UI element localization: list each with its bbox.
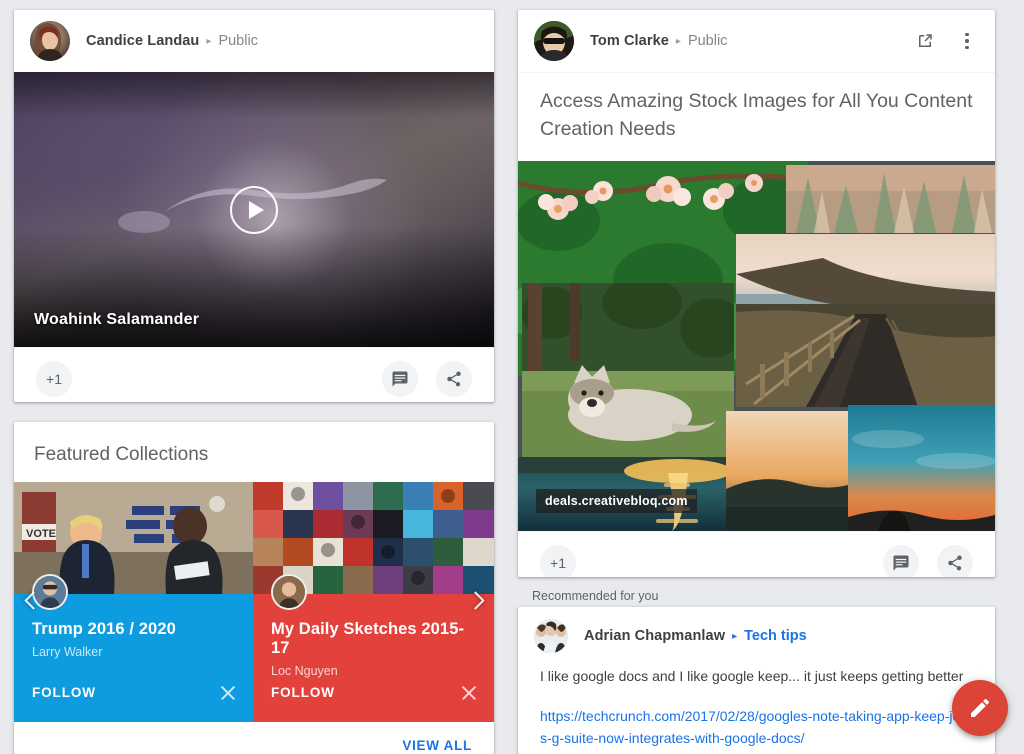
post-collection-link[interactable]: Tech tips <box>744 628 807 644</box>
collage-photo-teal-sunset <box>848 405 995 531</box>
collection-info: My Daily Sketches 2015-17 Loc Nguyen FOL… <box>253 594 494 722</box>
post-text: I like google docs and I like google kee… <box>540 668 964 684</box>
stream-page: Candice Landau ▸ Public Woahink Salamand… <box>0 0 1024 754</box>
recommended-post-byline: Adrian Chapmanlaw ▸ Tech tips <box>584 628 807 644</box>
avatar[interactable] <box>534 619 568 653</box>
share-glyph <box>948 555 962 570</box>
collection-avatar[interactable] <box>271 574 307 610</box>
collage-photo-boardwalk <box>736 234 995 407</box>
compose-button[interactable] <box>952 680 1008 736</box>
link-post-header: Tom Clarke ▸ Public <box>518 10 995 72</box>
collection-card[interactable]: My Daily Sketches 2015-17 Loc Nguyen FOL… <box>253 482 494 722</box>
link-post-actions-right <box>883 544 973 577</box>
avatar[interactable] <box>534 21 574 61</box>
svg-text:VOTE: VOTE <box>26 528 56 540</box>
link-post-card: Tom Clarke ▸ Public Access Amazing Stock… <box>518 10 995 577</box>
share-icon[interactable] <box>436 360 472 397</box>
view-all-button[interactable]: VIEW ALL <box>402 738 472 753</box>
collection-avatar-photo <box>273 576 305 608</box>
comment-icon[interactable] <box>883 544 919 577</box>
video-post-header: Candice Landau ▸ Public <box>14 10 494 72</box>
byline-separator-icon: ▸ <box>206 36 212 47</box>
byline-separator-icon: ▸ <box>675 36 681 47</box>
close-icon[interactable] <box>460 684 478 702</box>
post-author-name[interactable]: Adrian Chapmanlaw <box>584 628 725 644</box>
video-post-actions: +1 <box>14 347 494 402</box>
collage-photo-grass <box>786 165 995 233</box>
share-glyph <box>447 371 461 386</box>
share-icon[interactable] <box>937 544 973 577</box>
comment-glyph <box>893 555 909 570</box>
follow-button[interactable]: FOLLOW <box>32 685 96 700</box>
featured-collections-card: Featured Collections VOTE Trump 2016 / 2… <box>14 422 494 754</box>
plus-one-button[interactable]: +1 <box>540 544 576 577</box>
collections-carousel: VOTE Trump 2016 / 2020 Larry Walker FOLL… <box>14 482 494 722</box>
more-vert-icon[interactable] <box>955 29 979 53</box>
kebab-dot <box>965 39 969 43</box>
recommended-post-body: I like google docs and I like google kee… <box>518 665 995 753</box>
post-audience[interactable]: Public <box>688 33 728 49</box>
post-audience[interactable]: Public <box>218 33 258 49</box>
collage-photo-sunset-strip <box>726 411 848 531</box>
kebab-dot <box>965 32 969 37</box>
video-post-byline: Candice Landau ▸ Public <box>86 33 258 49</box>
user-avatar-photo <box>30 21 70 61</box>
recommended-post-card: Adrian Chapmanlaw ▸ Tech tips I like goo… <box>518 607 995 754</box>
video-bottom-scrim <box>14 227 494 347</box>
collage-photo-dog <box>522 283 734 458</box>
video-post-card: Candice Landau ▸ Public Woahink Salamand… <box>14 10 494 402</box>
chevron-right-icon[interactable] <box>464 590 486 612</box>
collection-author: Larry Walker <box>32 645 103 659</box>
recommended-section-label: Recommended for you <box>532 589 659 603</box>
comment-glyph <box>392 371 408 386</box>
post-author-name[interactable]: Tom Clarke <box>590 33 669 49</box>
link-post-header-actions <box>913 29 979 53</box>
collection-name: Trump 2016 / 2020 <box>32 620 176 638</box>
chevron-left-icon[interactable] <box>22 590 44 612</box>
pencil-icon <box>971 698 990 717</box>
link-post-title[interactable]: Access Amazing Stock Images for All You … <box>518 72 995 161</box>
open-in-new-icon[interactable] <box>913 29 937 53</box>
video-media[interactable]: Woahink Salamander <box>14 72 494 347</box>
collection-name: My Daily Sketches 2015-17 <box>271 620 465 657</box>
collection-info: Trump 2016 / 2020 Larry Walker FOLLOW <box>14 594 253 722</box>
byline-separator-icon: ▸ <box>732 631 738 642</box>
open-in-new-glyph <box>919 34 932 47</box>
collection-author: Loc Nguyen <box>271 664 338 678</box>
recommended-post-header: Adrian Chapmanlaw ▸ Tech tips <box>518 607 995 665</box>
follow-button[interactable]: FOLLOW <box>271 685 335 700</box>
comment-icon[interactable] <box>382 360 418 397</box>
close-icon[interactable] <box>219 684 237 702</box>
play-triangle <box>248 200 264 219</box>
image-collage[interactable]: deals.creativebloq.com <box>518 161 995 531</box>
post-link[interactable]: https://techcrunch.com/2017/02/28/google… <box>540 705 973 749</box>
post-author-name[interactable]: Candice Landau <box>86 33 199 49</box>
play-icon[interactable] <box>230 185 278 234</box>
group-avatar-photo <box>534 619 568 653</box>
featured-collections-heading: Featured Collections <box>34 444 209 465</box>
video-title: Woahink Salamander <box>34 311 200 328</box>
source-label: deals.creativebloq.com <box>536 489 697 513</box>
link-post-byline: Tom Clarke ▸ Public <box>590 33 727 49</box>
video-post-actions-right <box>382 360 472 397</box>
plus-one-button[interactable]: +1 <box>36 360 72 397</box>
link-post-actions: +1 <box>518 531 995 577</box>
avatar[interactable] <box>30 21 70 61</box>
collection-card[interactable]: VOTE Trump 2016 / 2020 Larry Walker FOLL… <box>14 482 253 722</box>
featured-collections-footer: VIEW ALL <box>14 722 494 754</box>
kebab-dot <box>965 45 969 50</box>
user-avatar-photo <box>534 21 574 61</box>
